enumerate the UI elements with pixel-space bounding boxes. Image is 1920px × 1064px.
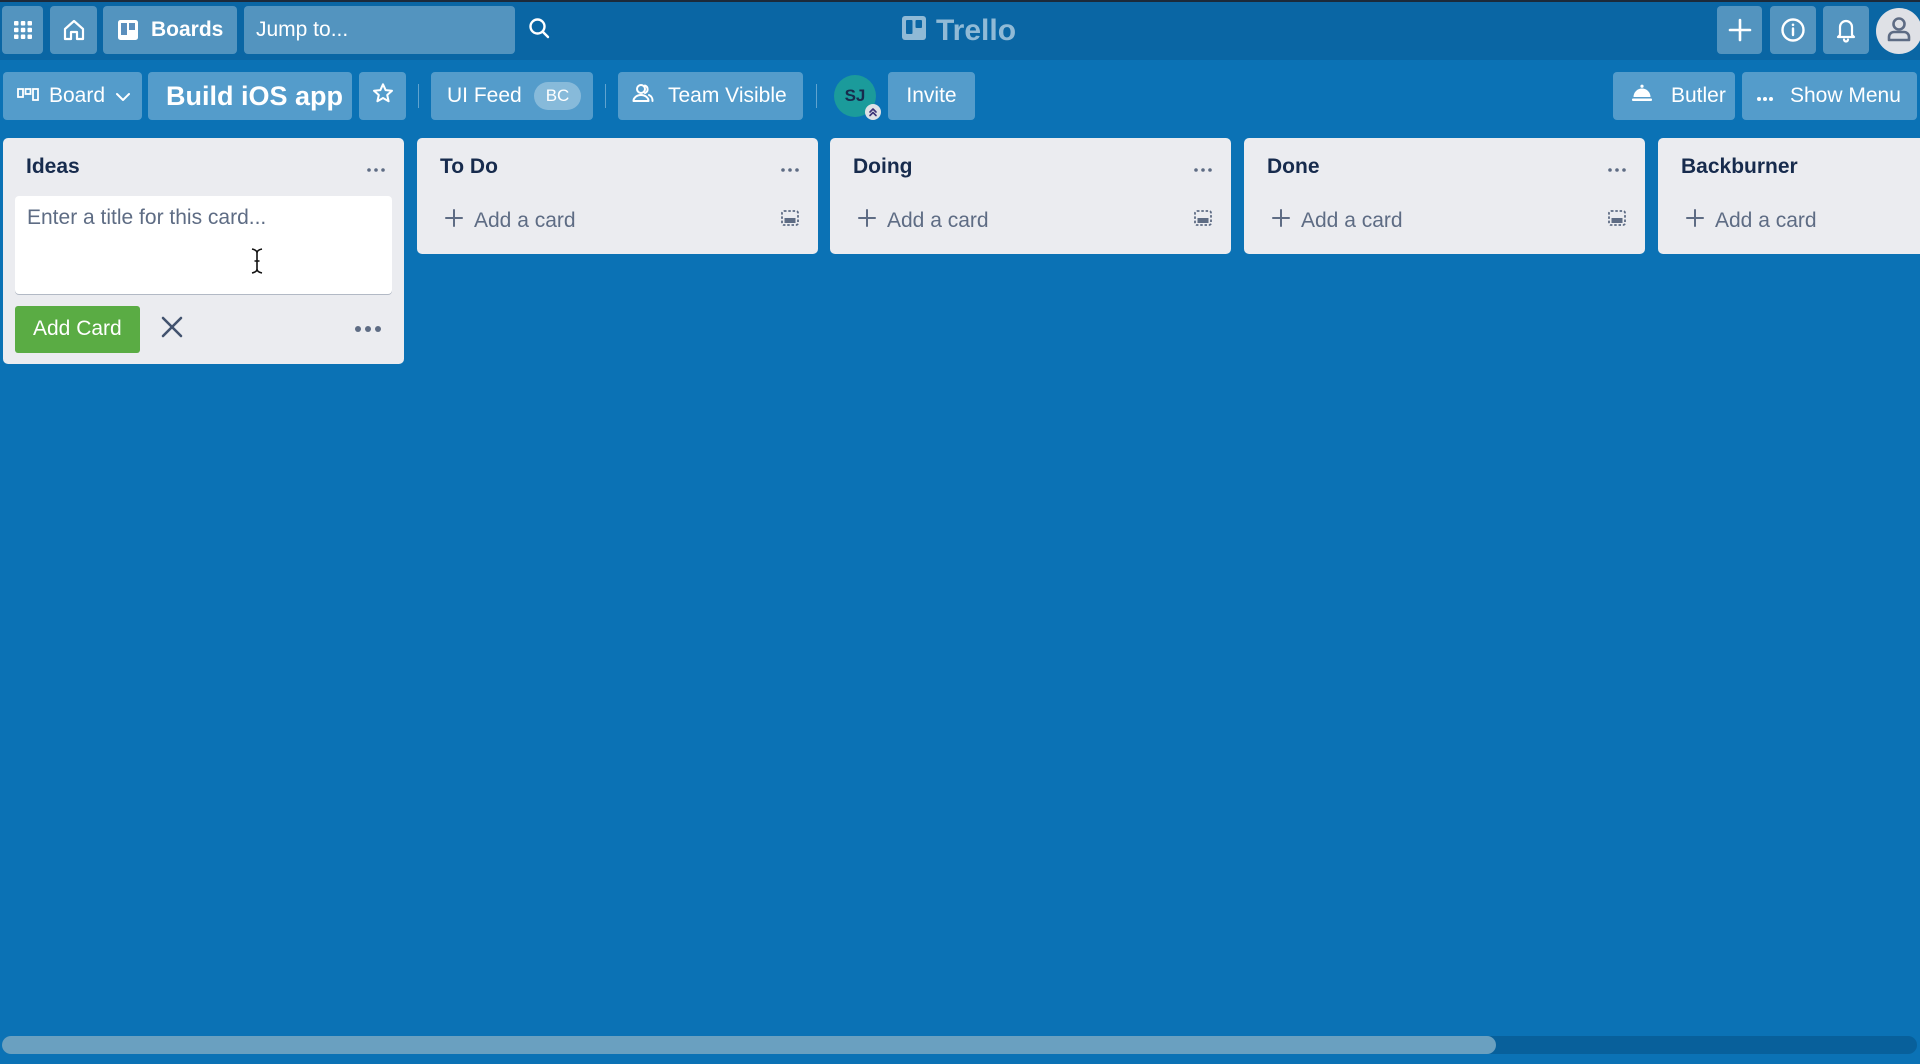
more-horizontal-icon: [1756, 84, 1774, 108]
list-title[interactable]: Doing: [853, 155, 912, 179]
butler-button[interactable]: Butler: [1613, 72, 1735, 120]
add-card-button[interactable]: Add Card: [15, 305, 140, 353]
create-button[interactable]: [1717, 6, 1762, 54]
home-icon: [62, 18, 86, 42]
header-divider: [816, 84, 817, 108]
header-divider: [605, 84, 606, 108]
create-from-template-icon[interactable]: [1607, 209, 1627, 233]
scrollbar-thumb[interactable]: [2, 1036, 1496, 1054]
show-menu-button[interactable]: Show Menu: [1742, 72, 1917, 120]
list-to-do: To Do Add a card: [417, 138, 818, 254]
team-badge: BC: [533, 82, 582, 110]
boards-button[interactable]: Boards: [103, 6, 237, 54]
search-input[interactable]: [256, 18, 527, 42]
info-button[interactable]: [1770, 6, 1816, 54]
boards-label: Boards: [151, 18, 224, 41]
close-icon[interactable]: [160, 315, 184, 344]
add-card-link[interactable]: Add a card: [417, 196, 818, 246]
header-divider: [418, 84, 419, 108]
board-view-switcher[interactable]: Board: [3, 72, 142, 120]
board-title[interactable]: Build iOS app: [148, 72, 352, 120]
search-icon[interactable]: [527, 16, 551, 45]
composer-options-icon[interactable]: [354, 320, 382, 338]
butler-bell-icon: [1631, 84, 1653, 108]
list-title[interactable]: Done: [1267, 155, 1320, 179]
list-header: Done: [1244, 138, 1645, 196]
grid-icon: [13, 20, 33, 40]
list-title[interactable]: Backburner: [1681, 155, 1798, 179]
global-header: Boards Trello: [0, 0, 1920, 60]
list-title[interactable]: To Do: [440, 155, 498, 179]
star-board-button[interactable]: [359, 72, 406, 120]
list-header: To Do: [417, 138, 818, 196]
info-icon: [1780, 17, 1806, 43]
list-header: Doing: [830, 138, 1231, 196]
trello-logo-icon: [902, 14, 926, 48]
visibility-label: Team Visible: [668, 84, 787, 107]
apps-switcher-button[interactable]: [2, 6, 43, 54]
list-menu-icon[interactable]: [780, 157, 800, 177]
add-card-label: Add a card: [1301, 209, 1403, 232]
composer-controls: Add Card: [3, 294, 404, 364]
add-card-label: Add a card: [474, 209, 576, 232]
star-icon: [372, 82, 394, 110]
list-ideas: Ideas Add Card: [3, 138, 404, 364]
chevron-down-icon: [115, 84, 131, 108]
card-title-input[interactable]: [15, 196, 392, 294]
add-card-link[interactable]: Add a card: [1244, 196, 1645, 246]
member-avatar[interactable]: SJ: [834, 75, 881, 120]
jump-to-search[interactable]: [244, 6, 550, 54]
butler-label: Butler: [1671, 84, 1726, 107]
account-avatar[interactable]: [1876, 8, 1920, 54]
add-card-link[interactable]: Add a card: [1658, 196, 1920, 246]
plus-icon: [1271, 208, 1291, 234]
list-title[interactable]: Ideas: [26, 155, 80, 179]
board-icon: [117, 19, 139, 41]
plus-icon: [444, 208, 464, 234]
invite-button[interactable]: Invite: [888, 72, 975, 120]
add-card-label: Add a card: [1715, 209, 1817, 232]
horizontal-scrollbar[interactable]: [2, 1036, 1917, 1054]
add-card-label: Add a card: [887, 209, 989, 232]
team-visible-icon: [632, 83, 654, 109]
list-header: Backburner: [1658, 138, 1920, 196]
list-backburner: Backburner Add a card: [1658, 138, 1920, 254]
show-menu-label: Show Menu: [1790, 84, 1901, 107]
plus-icon: [1727, 17, 1753, 43]
team-button[interactable]: UI Feed BC: [431, 72, 593, 120]
card-composer: [15, 196, 392, 294]
text-cursor-icon: [251, 248, 263, 279]
list-doing: Doing Add a card: [830, 138, 1231, 254]
team-label: UI Feed: [447, 84, 522, 107]
add-card-link[interactable]: Add a card: [830, 196, 1231, 246]
admin-chevron-icon: [865, 104, 881, 120]
trello-logo[interactable]: Trello: [902, 10, 1016, 52]
create-from-template-icon[interactable]: [780, 209, 800, 233]
trello-logo-text: Trello: [936, 14, 1017, 47]
list-menu-icon[interactable]: [1193, 157, 1213, 177]
list-menu-icon[interactable]: [366, 157, 386, 177]
user-icon: [1885, 15, 1913, 48]
list-menu-icon[interactable]: [1607, 157, 1627, 177]
member-initials: SJ: [844, 86, 866, 105]
plus-icon: [857, 208, 877, 234]
home-button[interactable]: [50, 6, 97, 54]
visibility-button[interactable]: Team Visible: [618, 72, 803, 120]
board-view-label: Board: [49, 84, 106, 107]
plus-icon: [1685, 208, 1705, 234]
board-view-icon: [17, 84, 39, 108]
list-header: Ideas: [3, 138, 404, 196]
list-done: Done Add a card: [1244, 138, 1645, 254]
create-from-template-icon[interactable]: [1193, 209, 1213, 233]
notifications-button[interactable]: [1823, 6, 1869, 54]
bell-icon: [1834, 17, 1858, 43]
